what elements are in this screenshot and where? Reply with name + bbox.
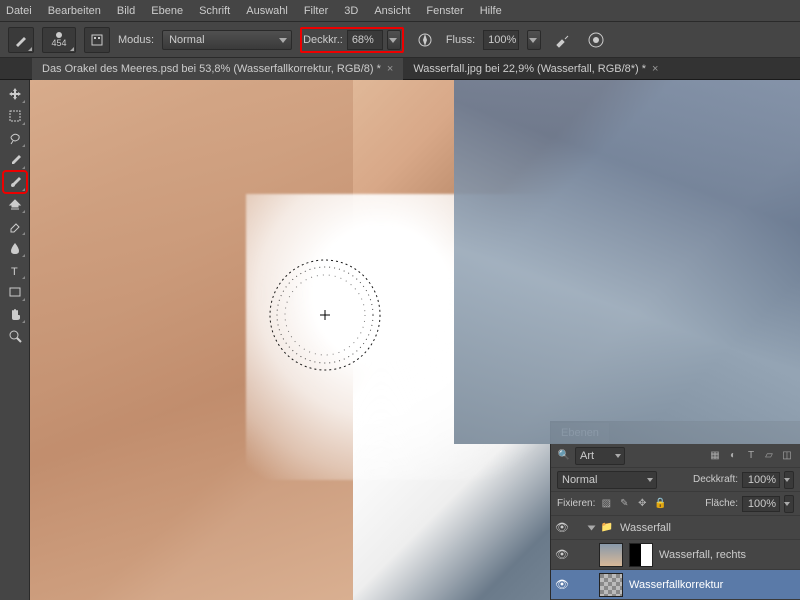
lock-pos-icon[interactable]: ✥	[635, 497, 649, 511]
eraser-tool[interactable]	[4, 216, 26, 236]
flow-field[interactable]: 100%	[483, 30, 519, 50]
zoom-tool[interactable]	[4, 326, 26, 346]
lasso-tool[interactable]	[4, 128, 26, 148]
flow-label: Fluss:	[446, 34, 475, 46]
filter-smart-icon[interactable]: ◫	[780, 449, 794, 463]
filter-shape-icon[interactable]: ▱	[762, 449, 776, 463]
opacity-dd[interactable]	[784, 471, 794, 489]
blend-mode-select[interactable]: Normal	[557, 471, 657, 489]
brush-panel-toggle[interactable]	[84, 27, 110, 53]
layer-row[interactable]: 👁 Wasserfall, rechts	[551, 540, 800, 570]
layer-thumb[interactable]	[599, 573, 623, 597]
document-tabs: Das Orakel des Meeres.psd bei 53,8% (Was…	[0, 58, 800, 80]
move-tool[interactable]	[4, 84, 26, 104]
brush-preset-picker[interactable]: 454	[42, 27, 76, 53]
airbrush-icon[interactable]	[549, 27, 575, 53]
lock-all-icon[interactable]: 🔒	[653, 497, 667, 511]
close-icon[interactable]: ×	[652, 63, 658, 75]
layer-name: Wasserfall, rechts	[659, 549, 746, 561]
doc-tab[interactable]: Wasserfall.jpg bei 22,9% (Wasserfall, RG…	[403, 58, 668, 80]
options-bar: 454 Modus: Normal Deckkr.: 68% Fluss: 10…	[0, 22, 800, 58]
layers-tab[interactable]: Ebenen	[551, 423, 610, 443]
doc-tab[interactable]: Das Orakel des Meeres.psd bei 53,8% (Was…	[32, 58, 403, 80]
blend-mode-select[interactable]: Normal	[162, 30, 292, 50]
opacity-label: Deckkraft:	[693, 474, 738, 485]
opacity-field[interactable]: 100%	[742, 472, 780, 488]
menu-item[interactable]: Ebene	[151, 5, 183, 17]
menu-item[interactable]: Fenster	[426, 5, 463, 17]
layer-group[interactable]: 👁 📁 Wasserfall	[551, 516, 800, 540]
visibility-icon[interactable]: 👁	[555, 548, 569, 562]
opacity-label: Deckkr.:	[303, 34, 343, 46]
main-menu: Datei Bearbeiten Bild Ebene Schrift Ausw…	[0, 0, 800, 22]
mode-label: Modus:	[118, 34, 154, 46]
visibility-icon[interactable]: 👁	[555, 521, 569, 535]
lock-pixel-icon[interactable]: ✎	[617, 497, 631, 511]
folder-icon: 📁	[600, 521, 614, 535]
layers-panel: Ebenen 🔍 Art ▦ ◐ T ▱ ◫ Normal Deckkraft:…	[550, 421, 800, 600]
lock-trans-icon[interactable]: ▨	[599, 497, 613, 511]
rectangle-tool[interactable]	[4, 282, 26, 302]
filter-type-select[interactable]: Art	[575, 447, 625, 465]
opacity-dropdown[interactable]	[387, 30, 401, 50]
fill-field[interactable]: 100%	[742, 496, 780, 512]
menu-item[interactable]: Bild	[117, 5, 135, 17]
lock-label: Fixieren:	[557, 498, 595, 509]
menu-item[interactable]: Auswahl	[246, 5, 288, 17]
brush-size-value: 454	[51, 38, 66, 48]
mask-thumb[interactable]	[629, 543, 653, 567]
menu-item[interactable]: Hilfe	[480, 5, 502, 17]
menu-item[interactable]: Ansicht	[374, 5, 410, 17]
menu-item[interactable]: Filter	[304, 5, 328, 17]
hand-tool[interactable]	[4, 304, 26, 324]
layer-row[interactable]: 👁 Wasserfallkorrektur	[551, 570, 800, 600]
tool-preset-picker[interactable]	[8, 27, 34, 53]
fill-label: Fläche:	[705, 498, 738, 509]
pressure-opacity-icon[interactable]	[412, 27, 438, 53]
caret-icon[interactable]	[588, 525, 596, 530]
close-icon[interactable]: ×	[387, 63, 393, 75]
svg-text:T: T	[11, 266, 18, 277]
image-content	[246, 194, 585, 480]
layer-thumb[interactable]	[599, 543, 623, 567]
layer-name: Wasserfallkorrektur	[629, 579, 723, 591]
eyedropper-tool[interactable]	[4, 150, 26, 170]
filter-adjust-icon[interactable]: ◐	[726, 449, 740, 463]
menu-item[interactable]: Schrift	[199, 5, 230, 17]
type-tool[interactable]: T	[4, 260, 26, 280]
brush-tool[interactable]	[4, 172, 26, 192]
menu-item[interactable]: Bearbeiten	[48, 5, 101, 17]
blend-mode-value: Normal	[169, 34, 204, 46]
canvas[interactable]: Ebenen 🔍 Art ▦ ◐ T ▱ ◫ Normal Deckkraft:…	[30, 80, 800, 600]
opacity-field[interactable]: 68%	[347, 30, 383, 50]
opacity-highlight: Deckkr.: 68%	[300, 27, 404, 53]
menu-item[interactable]: 3D	[344, 5, 358, 17]
blur-tool[interactable]	[4, 238, 26, 258]
filter-pixel-icon[interactable]: ▦	[708, 449, 722, 463]
layers-list: 👁 📁 Wasserfall 👁 Wasserfall, rechts 👁	[551, 516, 800, 600]
flow-dropdown[interactable]	[527, 30, 541, 50]
visibility-icon[interactable]: 👁	[555, 578, 569, 592]
tools-panel: T	[0, 80, 30, 600]
marquee-tool[interactable]	[4, 106, 26, 126]
fill-dd[interactable]	[784, 495, 794, 513]
clone-stamp-tool[interactable]	[4, 194, 26, 214]
search-icon[interactable]: 🔍	[557, 449, 571, 463]
pressure-size-icon[interactable]	[583, 27, 609, 53]
menu-item[interactable]: Datei	[6, 5, 32, 17]
filter-type-icon[interactable]: T	[744, 449, 758, 463]
group-name: Wasserfall	[620, 522, 671, 534]
